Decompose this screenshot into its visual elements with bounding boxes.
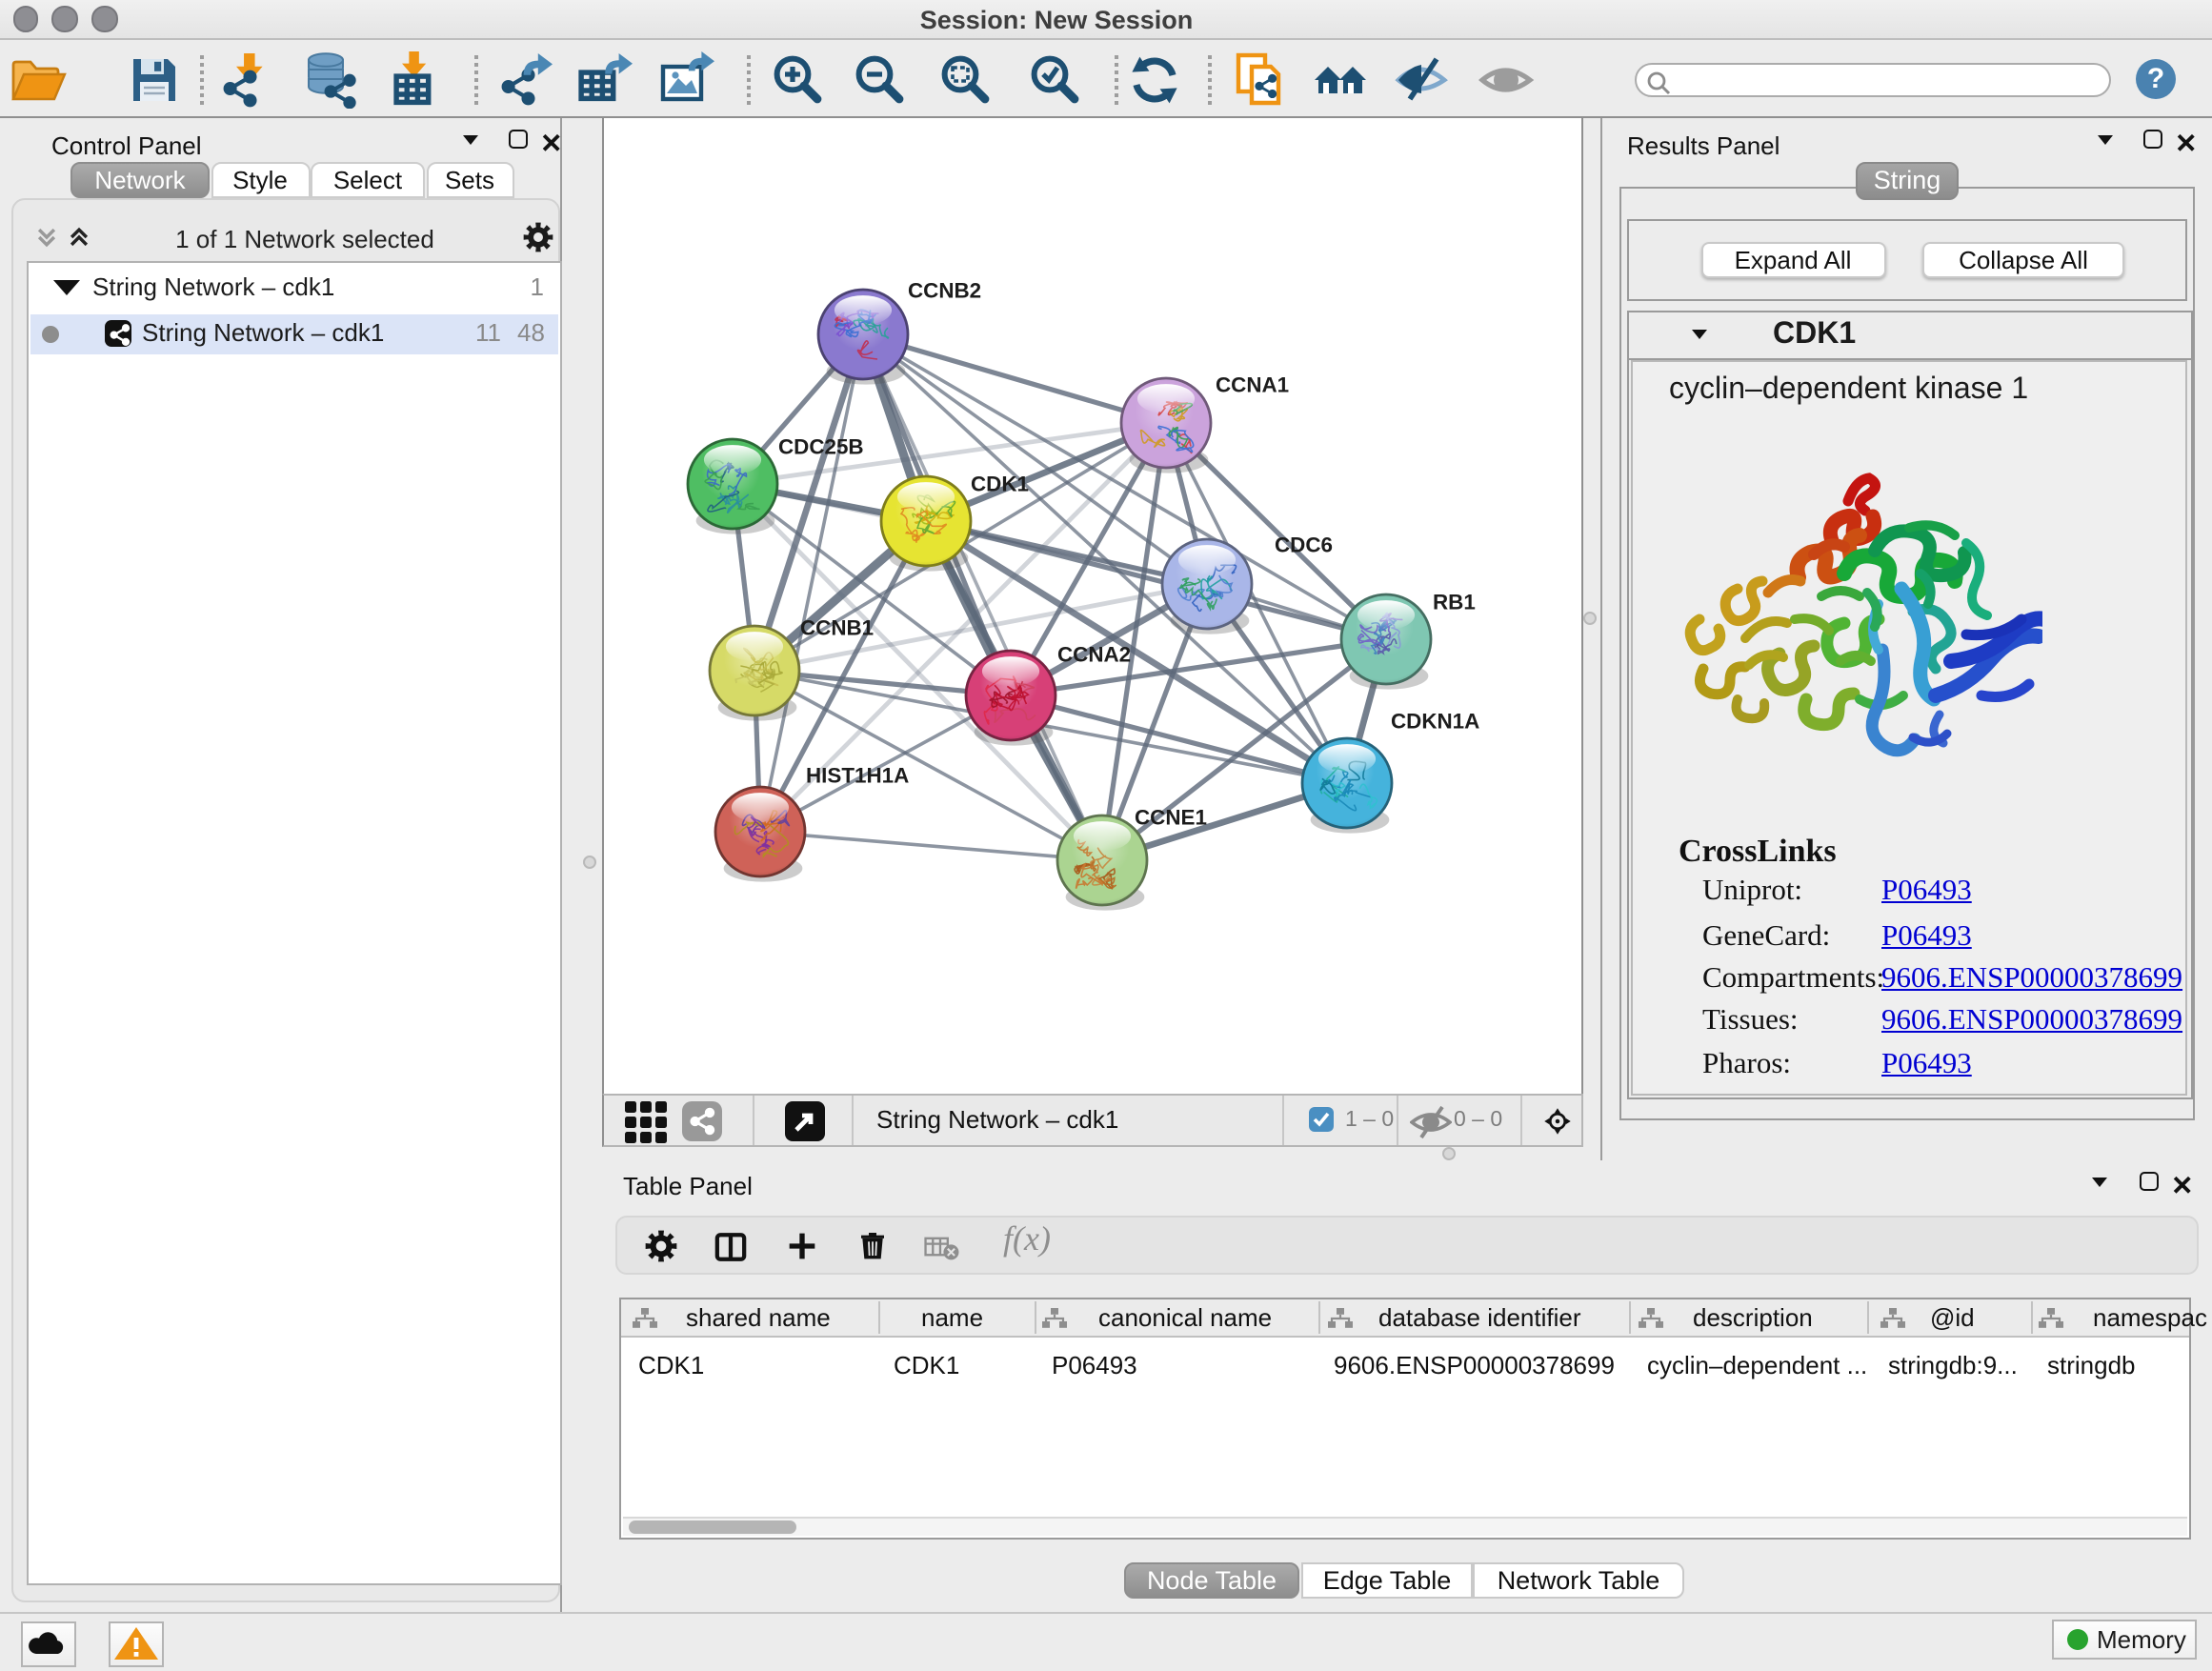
svg-text:RB1: RB1: [1433, 590, 1476, 614]
svg-text:CDC25B: CDC25B: [778, 434, 864, 458]
svg-text:HIST1H1A: HIST1H1A: [806, 763, 909, 787]
svg-text:CDKN1A: CDKN1A: [1391, 709, 1479, 733]
svg-text:CCNA1: CCNA1: [1216, 372, 1289, 396]
svg-text:CDK1: CDK1: [971, 472, 1029, 495]
svg-text:CCNE1: CCNE1: [1135, 805, 1207, 829]
svg-text:CCNB1: CCNB1: [800, 615, 874, 639]
svg-text:CCNA2: CCNA2: [1057, 642, 1131, 666]
svg-text:CCNB2: CCNB2: [908, 278, 981, 302]
svg-text:CDC6: CDC6: [1275, 533, 1333, 556]
